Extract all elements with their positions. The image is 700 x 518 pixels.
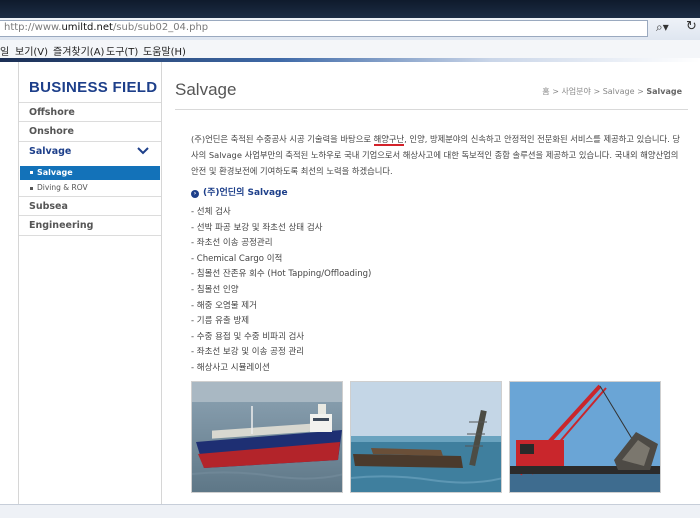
list-item: - 좌초선 이송 공정관리 [191, 238, 273, 249]
status-bar [0, 504, 700, 518]
sidebar-item-salvage[interactable]: Salvage [19, 142, 161, 162]
sidebar: BUSINESS FIELD Offshore Onshore Salvage … [18, 62, 162, 504]
menu-item-favorites[interactable]: 즐겨찾기(A) [53, 43, 104, 58]
main-content: Salvage 홈 > 사업분야 > Salvage > Salvage (주)… [175, 62, 700, 504]
submenu-item-salvage[interactable]: Salvage [20, 166, 160, 180]
intro-paragraph: (주)언딘은 축적된 수중공사 시공 기술력을 바탕으로 해양구난, 인양, 방… [191, 134, 681, 176]
breadcrumb-level1[interactable]: 사업분야 [561, 87, 590, 96]
list-item: - 침몰선 인양 [191, 284, 239, 295]
page-content: BUSINESS FIELD Offshore Onshore Salvage … [0, 62, 700, 504]
menu-item-tools[interactable]: 도구(T) [106, 43, 138, 58]
breadcrumb-level2[interactable]: Salvage [603, 87, 635, 96]
search-icon[interactable]: ⌕▾ [656, 20, 669, 35]
address-field[interactable]: http://www.umiltd.net/sub/sub02_04.php [0, 20, 648, 37]
photo-sunken-barge [350, 381, 502, 493]
address-url: http://www.umiltd.net/sub/sub02_04.php [4, 22, 209, 33]
menu-item-help[interactable]: 도움말(H) [143, 43, 186, 58]
highlighted-term: 해양구난 [373, 134, 405, 146]
list-item: - Chemical Cargo 이적 [191, 253, 283, 264]
menu-item-file-cut[interactable]: 일 [0, 43, 9, 58]
breadcrumb: 홈 > 사업분야 > Salvage > Salvage [542, 87, 682, 96]
list-item: - 해상사고 시뮬레이션 [191, 362, 270, 373]
list-item: - 선박 파공 보강 및 좌초선 상태 검사 [191, 222, 323, 233]
menu-item-view[interactable]: 보기(V) [15, 43, 48, 58]
photo-crane-salvage [509, 381, 661, 493]
submenu-item-diving-rov[interactable]: Diving & ROV [20, 182, 160, 194]
sidebar-item-engineering[interactable]: Engineering [19, 216, 161, 236]
refresh-icon[interactable]: ↻ [686, 19, 697, 34]
section-heading: › (주)언딘의 Salvage [191, 185, 288, 198]
photo-tanker-ship [191, 381, 343, 493]
breadcrumb-current: Salvage [646, 87, 682, 96]
list-item: - 기름 유출 방제 [191, 316, 250, 327]
browser-chrome: http://www.umiltd.net/sub/sub02_04.php ⌕… [0, 0, 700, 62]
sidebar-item-onshore[interactable]: Onshore [19, 122, 161, 142]
list-item: - 침몰선 잔존유 회수 (Hot Tapping/Offloading) [191, 269, 372, 280]
window-title-strip [0, 0, 700, 18]
list-item: - 수중 용접 및 수중 비파괴 검사 [191, 331, 305, 342]
sidebar-item-offshore[interactable]: Offshore [19, 102, 161, 122]
menu-bar: 일 보기(V) 즐겨찾기(A) 도구(T) 도움말(H) [0, 40, 700, 59]
list-item: - 해중 오염물 제거 [191, 300, 257, 311]
title-divider [175, 109, 688, 110]
services-list: - 선체 검사 - 선박 파공 보강 및 좌초선 상태 검사 - 좌초선 이송 … [191, 205, 371, 377]
page-title: Salvage [175, 80, 237, 99]
bullet-icon [30, 186, 33, 190]
bullet-icon [30, 171, 33, 174]
sidebar-item-subsea[interactable]: Subsea [19, 196, 161, 216]
list-item: - 좌초선 보강 및 이송 공정 관리 [191, 347, 305, 358]
sidebar-title: BUSINESS FIELD [29, 79, 158, 96]
sidebar-item-label: Salvage [29, 146, 72, 157]
breadcrumb-home[interactable]: 홈 [542, 87, 549, 96]
chevron-down-icon [137, 147, 149, 155]
address-bar-area: http://www.umiltd.net/sub/sub02_04.php ⌕… [0, 18, 700, 41]
list-item: - 선체 검사 [191, 207, 231, 217]
circle-arrow-icon: › [191, 190, 199, 198]
